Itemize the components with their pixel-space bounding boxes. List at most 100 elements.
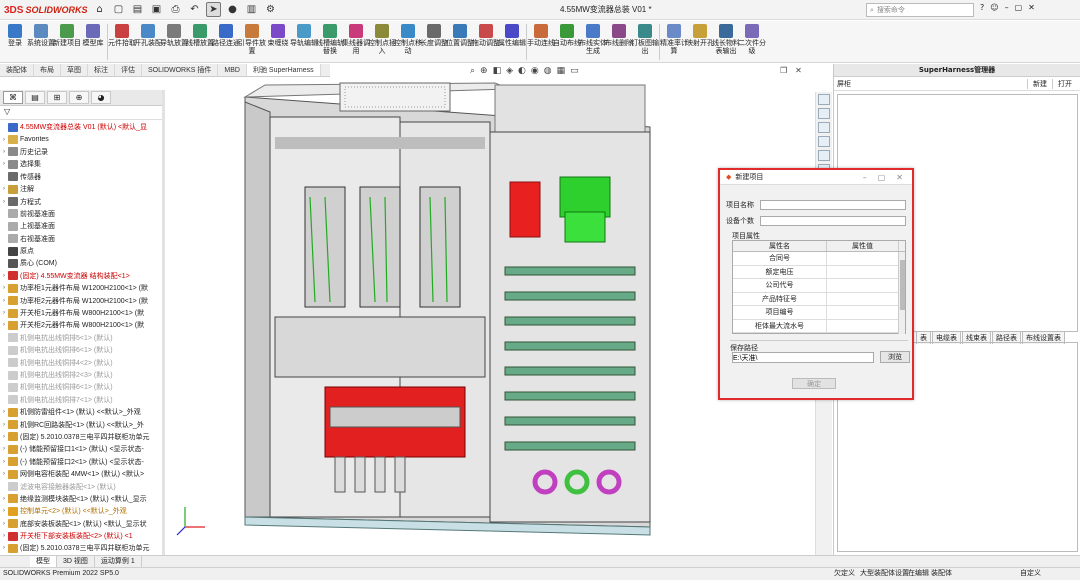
property-row[interactable]: 合同号	[733, 252, 905, 266]
minimize-icon[interactable]: –	[1005, 3, 1009, 12]
dialog-maximize-icon[interactable]: ▢	[878, 173, 886, 182]
expand-chevron-icon[interactable]: ›	[0, 459, 8, 465]
bottom-tab[interactable]: 运动算例 1	[95, 556, 142, 567]
expand-chevron-icon[interactable]: ›	[0, 508, 8, 514]
command-tab[interactable]: 草图	[61, 64, 88, 76]
ribbon-button[interactable]: 引导件放置	[238, 21, 266, 63]
view-orientation-icon[interactable]: ◈	[506, 66, 513, 76]
tree-item[interactable]: › 开关柜下部安装板装配<2> (默认) <1	[0, 530, 162, 542]
property-value-cell[interactable]	[827, 319, 899, 332]
property-row[interactable]: 柜体最大流水号	[733, 319, 905, 333]
expand-chevron-icon[interactable]: ›	[0, 161, 8, 167]
tree-item[interactable]: › 底部安装板装配<1> (默认) <默认_显示状	[0, 518, 162, 530]
ribbon-button[interactable]: 导轨放置	[160, 21, 188, 63]
project-name-input[interactable]	[760, 200, 906, 210]
ribbon-button[interactable]: 路径连通	[212, 21, 240, 63]
tree-item[interactable]: 机侧电抗出线铜排2<3> (默认)	[0, 369, 162, 381]
help-icon[interactable]: ?	[980, 3, 984, 12]
tree-item[interactable]: › 注解	[0, 183, 162, 195]
ribbon-button[interactable]: 集线器调用	[342, 21, 370, 63]
tree-item[interactable]: 传感器	[0, 171, 162, 183]
options-gear-icon[interactable]: ⚙	[263, 2, 278, 17]
expand-chevron-icon[interactable]: ›	[0, 137, 8, 143]
file-explorer-icon[interactable]	[818, 122, 830, 133]
search-input[interactable]: ⌕ 搜索命令	[866, 3, 974, 17]
tree-item[interactable]: 滤波电容接触器装配<1> (默认)	[0, 480, 162, 492]
tree-item[interactable]: › (-) 储能预留接口2<1> (默认) <显示状态-	[0, 456, 162, 468]
maximize-icon[interactable]: ▢	[1015, 3, 1023, 12]
expand-chevron-icon[interactable]: ›	[0, 322, 8, 328]
tree-item[interactable]: 原点	[0, 245, 162, 257]
expand-chevron-icon[interactable]: ›	[0, 186, 8, 192]
view-palette-icon[interactable]	[818, 136, 830, 147]
ribbon-button[interactable]: 属性编辑	[498, 21, 526, 63]
property-value-cell[interactable]	[827, 306, 899, 319]
expand-chevron-icon[interactable]: ›	[0, 545, 8, 551]
property-row[interactable]: 产品特征号	[733, 292, 905, 306]
ribbon-button[interactable]: 拖动调整	[472, 21, 500, 63]
command-tab[interactable]: 布局	[34, 64, 61, 76]
ribbon-button[interactable]: 束缠绕	[265, 21, 291, 63]
tree-item[interactable]: 机侧电抗出线铜排6<1> (默认)	[0, 344, 162, 356]
expand-chevron-icon[interactable]: ›	[0, 471, 8, 477]
display-manager-tab-icon[interactable]: ◕	[91, 91, 111, 104]
expand-chevron-icon[interactable]: ›	[0, 199, 8, 205]
ribbon-button[interactable]: 系统设置	[27, 21, 55, 63]
ribbon-button[interactable]: 布线删除	[605, 21, 633, 63]
tree-item[interactable]: › (固定) 5.2010.0378三电平四并联柜功单元	[0, 542, 162, 554]
save-icon[interactable]: ▣	[149, 2, 164, 17]
dialog-close-icon[interactable]: ✕	[896, 173, 903, 182]
table-scrollbar[interactable]	[898, 252, 905, 334]
command-tab[interactable]: 评估	[115, 64, 142, 76]
command-tab[interactable]: MBD	[218, 64, 247, 76]
ribbon-button[interactable]: 二次件分级	[738, 21, 766, 63]
expand-chevron-icon[interactable]: ›	[0, 422, 8, 428]
property-value-cell[interactable]	[827, 252, 899, 265]
tree-item[interactable]: 4.55MW变流器总装 V01 (默认) <默认_显	[0, 121, 162, 133]
resources-icon[interactable]	[818, 94, 830, 105]
open-icon[interactable]: ▤	[130, 2, 145, 17]
ribbon-button[interactable]: 线长物料表输出	[712, 21, 740, 63]
tree-item[interactable]: › 历史记录	[0, 146, 162, 158]
ribbon-button[interactable]: 长度调整	[420, 21, 448, 63]
ribbon-button[interactable]: 自动布线	[553, 21, 581, 63]
undo-icon[interactable]: ↶	[187, 2, 202, 17]
hide-show-icon[interactable]: ◉	[531, 66, 539, 76]
ribbon-button[interactable]: 钉板图输出	[631, 21, 659, 63]
ribbon-button[interactable]: 精准率计算	[660, 21, 688, 63]
browse-button[interactable]: 浏览	[880, 351, 910, 363]
project-properties-table[interactable]: 属性名 属性值 合同号 额定电压 公司代号 产品特征号 项目编号 柜体最大流水号	[732, 240, 906, 334]
tree-item[interactable]: › 功率柜1元器件布局 W1200H2100<1> (默	[0, 282, 162, 294]
expand-chevron-icon[interactable]: ›	[0, 273, 8, 279]
tree-item[interactable]: › 方程式	[0, 195, 162, 207]
scene-icon[interactable]: ▦	[557, 66, 566, 76]
ribbon-button[interactable]: 元件拾取	[108, 21, 136, 63]
ribbon-button[interactable]: 新建项目	[53, 21, 81, 63]
print-icon[interactable]: ⎙	[168, 2, 183, 17]
view-settings-icon[interactable]: ▭	[570, 66, 579, 76]
display-style-icon[interactable]: ◐	[518, 66, 526, 76]
tree-item[interactable]: › (-) 储能预留接口1<1> (默认) <显示状态-	[0, 443, 162, 455]
solidworks-logo[interactable]: 3DS SOLIDWORKS	[4, 3, 87, 17]
zoom-fit-icon[interactable]: ⌕	[470, 66, 475, 76]
tree-item[interactable]: › 网侧电容柜装配 4MW<1> (默认) <默认>	[0, 468, 162, 480]
zoom-area-icon[interactable]: ⊕	[480, 66, 488, 76]
ribbon-button[interactable]: 线槽放置	[186, 21, 214, 63]
rebuild-icon[interactable]: ▥	[244, 2, 259, 17]
tree-item[interactable]: 机侧电抗出线铜排6<1> (默认)	[0, 381, 162, 393]
home-icon[interactable]: ⌂	[92, 2, 107, 17]
ok-button[interactable]: 确定	[792, 378, 836, 389]
select-arrow-icon[interactable]: ➤	[206, 2, 221, 17]
property-value-cell[interactable]	[827, 292, 899, 305]
bottom-tab[interactable]: 模型	[30, 556, 57, 567]
viewport-close-icon[interactable]: ✕	[795, 66, 802, 75]
property-row[interactable]: 项目编号	[733, 306, 905, 320]
ribbon-button[interactable]: 导轨编辑	[290, 21, 318, 63]
traffic-light-icon[interactable]: ●	[225, 2, 240, 17]
tree-item[interactable]: › Favorites	[0, 133, 162, 145]
property-row[interactable]: 额定电压	[733, 265, 905, 279]
tree-item[interactable]: › 机侧防雷组件<1> (默认) <<默认>_外观	[0, 406, 162, 418]
command-tab[interactable]: 标注	[88, 64, 115, 76]
tree-item[interactable]: 质心 (COM)	[0, 257, 162, 269]
ribbon-button[interactable]: 开孔装配	[134, 21, 162, 63]
